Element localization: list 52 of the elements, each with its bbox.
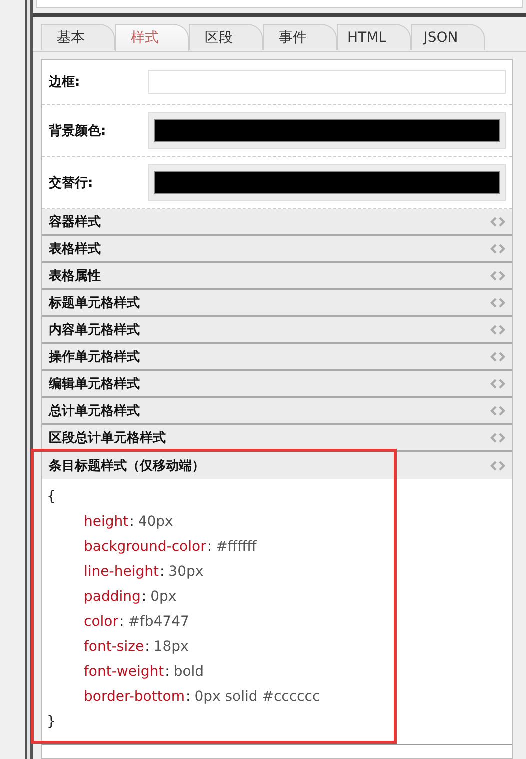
expand-arrows-icon[interactable]	[490, 460, 506, 470]
code-line: font-size: 18px	[83, 638, 190, 657]
expand-arrows-icon[interactable]	[490, 352, 506, 362]
code-line: background-color: #ffffff	[83, 538, 258, 557]
section-title: 区段总计单元格样式	[49, 430, 166, 446]
section-header[interactable]: 表格属性	[42, 263, 512, 290]
section-header[interactable]: 容器样式	[42, 209, 512, 236]
section-title: 总计单元格样式	[49, 402, 140, 420]
section-title: 内容单元格样式	[49, 322, 140, 338]
section-header[interactable]: 操作单元格样式	[42, 344, 512, 371]
expand-arrows-icon[interactable]	[490, 270, 506, 280]
code-line: font-weight: bold	[83, 663, 206, 682]
expand-arrows-icon[interactable]	[490, 244, 506, 254]
section-header[interactable]: 表格样式	[42, 236, 512, 263]
tab[interactable]: 样式	[115, 24, 189, 51]
code-brace: {	[47, 488, 56, 507]
field-label: 边框:	[49, 74, 82, 91]
field-label: 交替行:	[49, 174, 94, 192]
section-title: 条目标题样式（仅移动端）	[49, 458, 205, 474]
field-label: 背景颜色:	[49, 122, 108, 140]
section-header[interactable]: 总计单元格样式	[42, 398, 512, 425]
expand-arrows-icon[interactable]	[490, 432, 506, 442]
color-picker[interactable]	[148, 112, 506, 149]
expand-arrows-icon[interactable]	[490, 216, 506, 226]
section-header[interactable]: 条目标题样式（仅移动端）	[42, 452, 512, 479]
code-line: line-height: 30px	[83, 563, 205, 582]
expand-arrows-icon[interactable]	[490, 406, 506, 416]
input-field[interactable]	[148, 70, 506, 94]
section-title: 标题单元格样式	[49, 294, 140, 312]
expand-arrows-icon[interactable]	[490, 298, 506, 308]
section-title: 表格样式	[49, 240, 101, 258]
section-title: 表格属性	[49, 268, 101, 284]
section-header[interactable]: 编辑单元格样式	[42, 371, 512, 398]
color-picker[interactable]	[148, 164, 506, 201]
code-line: color: #fb4747	[83, 613, 190, 632]
tab[interactable]: 事件	[263, 24, 337, 50]
section-title: 操作单元格样式	[49, 348, 140, 366]
section-title: 容器样式	[49, 214, 101, 230]
section-header[interactable]: 区段总计单元格样式	[42, 425, 512, 452]
code-line: padding: 0px	[83, 588, 178, 607]
tab[interactable]: 区段	[189, 24, 263, 50]
code-line: border-bottom: 0px solid #cccccc	[83, 688, 322, 707]
section-header[interactable]: 内容单元格样式	[42, 317, 512, 344]
tab[interactable]: 基本	[41, 24, 115, 50]
tab[interactable]: JSON	[411, 24, 485, 50]
expand-arrows-icon[interactable]	[490, 378, 506, 388]
section-header[interactable]: 标题单元格样式	[42, 290, 512, 317]
section-title: 编辑单元格样式	[49, 376, 140, 392]
tab[interactable]: HTML	[337, 24, 411, 50]
code-brace: }	[47, 713, 56, 732]
code-line: height: 40px	[83, 513, 174, 532]
expand-arrows-icon[interactable]	[490, 324, 506, 334]
